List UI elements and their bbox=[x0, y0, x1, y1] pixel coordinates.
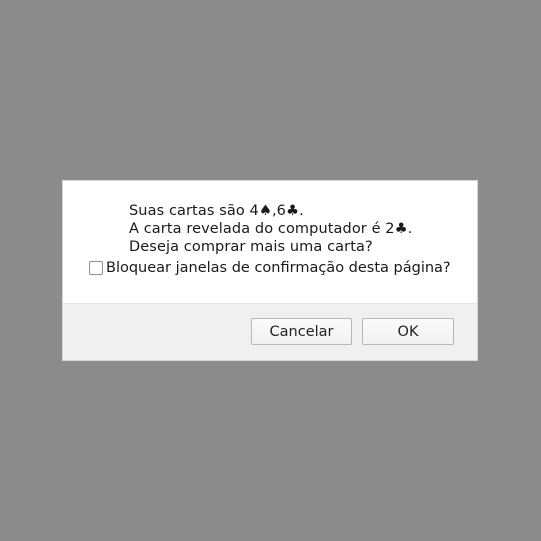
ok-button[interactable]: OK bbox=[362, 318, 454, 345]
dialog-body: Suas cartas são 4♠,6♣. A carta revelada … bbox=[63, 181, 477, 303]
suppress-dialogs-option[interactable]: Bloquear janelas de confirmação desta pá… bbox=[89, 260, 451, 276]
message-line-computer-card: A carta revelada do computador é 2♣. bbox=[129, 221, 413, 237]
message-line-question: Deseja comprar mais uma carta? bbox=[129, 239, 373, 255]
confirm-dialog: Suas cartas são 4♠,6♣. A carta revelada … bbox=[62, 180, 478, 361]
suppress-dialogs-checkbox[interactable] bbox=[89, 261, 103, 275]
message-line-cards: Suas cartas são 4♠,6♣. bbox=[129, 203, 304, 219]
dialog-message: Suas cartas são 4♠,6♣. A carta revelada … bbox=[129, 202, 412, 256]
suppress-dialogs-label[interactable]: Bloquear janelas de confirmação desta pá… bbox=[106, 260, 451, 276]
dialog-footer: Cancelar OK bbox=[63, 303, 477, 360]
cancel-button[interactable]: Cancelar bbox=[251, 318, 352, 345]
